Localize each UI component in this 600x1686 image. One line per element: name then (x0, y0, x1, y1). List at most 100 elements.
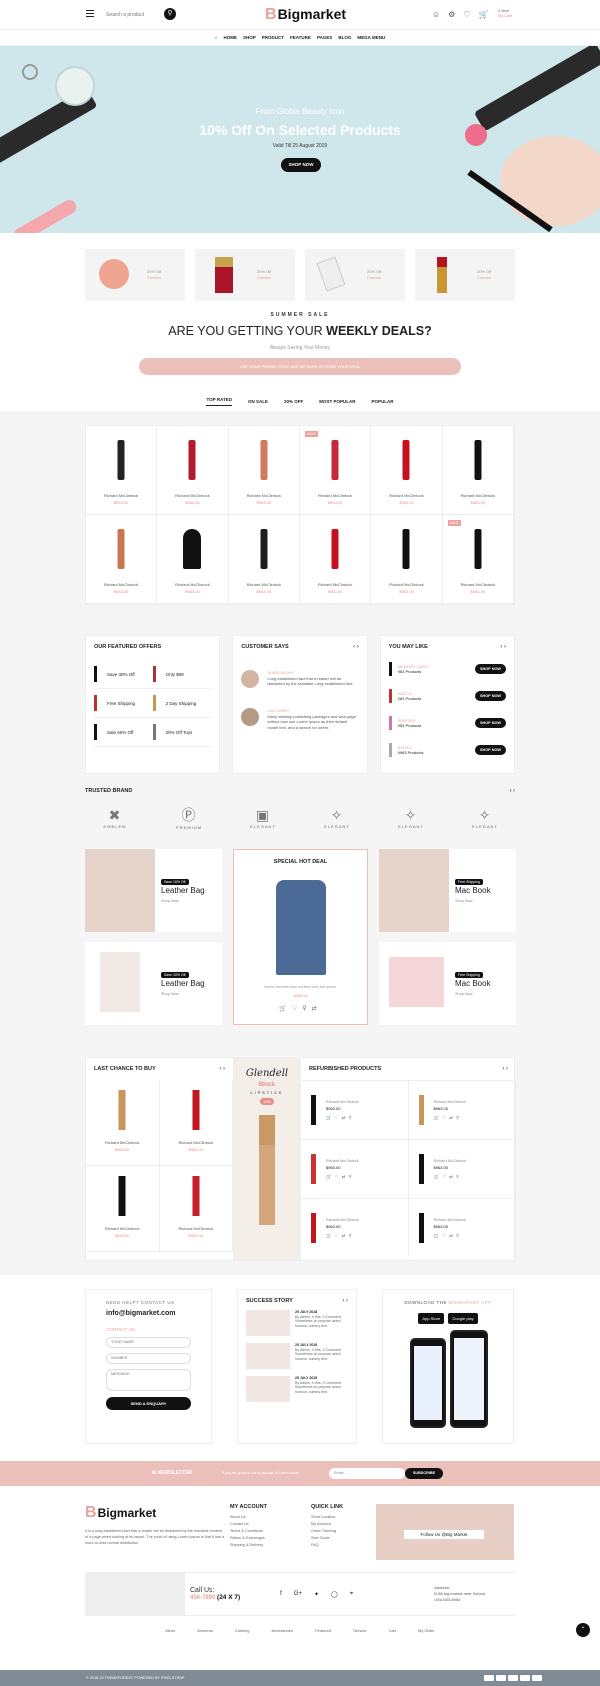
footer-bottom-link[interactable]: Cart (388, 1628, 396, 1633)
tab-on-sale[interactable]: ON SALE (248, 399, 268, 404)
offer-item[interactable]: 20% Off Toys (152, 718, 212, 747)
nav-pages[interactable]: PAGES (317, 35, 332, 40)
offer-item[interactable]: Only $99 (152, 660, 212, 689)
product-card[interactable]: Richard McClintock $963.00 (86, 515, 158, 604)
product-actions[interactable]: 🛒♡⇄⚲ (434, 1233, 467, 1239)
story-item[interactable]: 25 JULY 2018 By Admin, 4 Hits, 0 Comment S… (246, 1310, 348, 1339)
glendell-ad[interactable]: Glendell Block LIPSTICK 10% (233, 1058, 301, 1260)
carousel-arrows[interactable]: ‹ › (500, 644, 506, 650)
newsletter-email-input[interactable]: Email... (329, 1468, 405, 1479)
subscribe-button[interactable]: SUBSCRIBE (405, 1468, 443, 1479)
cart-summary[interactable]: 2 Item My Cart (498, 8, 512, 18)
shop-now-button[interactable]: SHOP NOW (474, 663, 506, 674)
special-hot-deal[interactable]: SPECIAL HOT DEAL Ibicus nemrets face ear… (233, 849, 368, 1025)
footer-quick-link[interactable]: My Account (311, 1521, 371, 1528)
story-item[interactable]: 25 JULY 2018 By Admin, 4 Hits, 0 Comment S… (246, 1376, 348, 1405)
product-card[interactable]: Richard McClintock $963.00 (228, 515, 300, 604)
banner-leather-bag[interactable]: Save 10% Off Leather Bag Shop Now (85, 942, 222, 1025)
carousel-arrows[interactable]: ‹ › (510, 788, 515, 794)
promo-card[interactable]: 20% Off Fashion (305, 249, 405, 301)
nav-shop[interactable]: SHOP (243, 35, 256, 40)
product-actions[interactable]: 🛒♡⇄⚲ (326, 1233, 359, 1239)
footer-bottom-link[interactable]: Featured (315, 1628, 331, 1633)
footer-quick-link[interactable]: Order Tracking (311, 1528, 371, 1535)
carousel-arrows[interactable]: ‹ › (219, 1066, 225, 1072)
banner-shop-now[interactable]: Shop Now (161, 992, 179, 996)
twitter-icon[interactable]: ✦ (314, 1591, 319, 1598)
refurbished-item[interactable]: Richard McClintock $963.00 🛒♡⇄⚲ (408, 1198, 516, 1257)
rss-icon[interactable]: ⌖ (350, 1591, 353, 1598)
product-card[interactable]: Richard McClintock $963.00 (157, 515, 229, 604)
promo-card[interactable]: 20% Off Fashion (85, 249, 185, 301)
you-may-like-item[interactable]: WATCH 283 Products SHOP NOW (388, 687, 506, 704)
name-field[interactable]: YOUR NAME (106, 1337, 191, 1348)
story-item[interactable]: 25 JULY 2018 By Admin, 4 Hits, 0 Comment S… (246, 1343, 348, 1372)
offer-item[interactable]: Sale 60% Off (94, 718, 153, 747)
product-card[interactable]: Richard McClintock $963.00 (86, 1080, 160, 1166)
brand-logo[interactable]: Ⓟ PREMIUM (169, 805, 209, 830)
you-may-like-item[interactable]: BOOKS 9963 Products SHOP NOW (388, 741, 506, 758)
hamburger-menu-icon[interactable] (86, 10, 94, 17)
number-field[interactable]: NUMBER (106, 1353, 191, 1364)
refurbished-item[interactable]: Richard McClintock $963.00 🛒♡⇄⚲ (301, 1139, 409, 1198)
you-may-like-item[interactable]: MEMORY CARD 963 Products SHOP NOW (388, 660, 506, 677)
carousel-arrows[interactable]: ‹ › (502, 1066, 508, 1072)
product-card[interactable]: Richard McClintock $963.00 (442, 426, 514, 515)
back-to-top-icon[interactable]: ⌃ (576, 1623, 590, 1637)
tab-20-off[interactable]: 20% OFF (284, 399, 303, 404)
banner-leather-bag[interactable]: Save 10% Off Leather Bag Shop Now (85, 849, 222, 932)
footer-bottom-link[interactable]: Accessories (272, 1628, 294, 1633)
footer-bottom-link[interactable]: Womens (197, 1628, 213, 1633)
offer-item[interactable]: Save 30% Off (94, 660, 153, 689)
home-icon[interactable]: ⌂ (215, 35, 218, 40)
brand-logo[interactable]: ✧ ELEGANT (317, 807, 357, 829)
contact-email[interactable]: info@bigmarket.com (106, 1310, 191, 1317)
footer-bottom-link[interactable]: Service (353, 1628, 366, 1633)
shop-now-button[interactable]: SHOP NOW (474, 690, 506, 701)
footer-account-link[interactable]: Shipping & Delivery (230, 1542, 306, 1549)
shop-now-button[interactable]: SHOP NOW (474, 717, 506, 728)
cart-icon[interactable]: 🛒 (479, 10, 489, 19)
message-field[interactable]: MESSAGE (106, 1369, 191, 1391)
logo[interactable]: BBigmarket (265, 6, 346, 24)
nav-feature[interactable]: FEATURE (290, 35, 311, 40)
product-card[interactable]: SALE Richard McClintock $963.00 (300, 426, 372, 515)
refurbished-item[interactable]: Richard McClintock $963.00 🛒♡⇄⚲ (408, 1139, 516, 1198)
send-enquiry-button[interactable]: SEND A ENQUARY (106, 1397, 191, 1410)
banner-shop-now[interactable]: Shop Now (455, 899, 473, 903)
tab-top-rated[interactable]: TOP RATED (206, 397, 232, 406)
gear-icon[interactable]: ⚙ (448, 10, 455, 19)
instagram-icon[interactable]: ◯ (331, 1591, 338, 1598)
promo-card[interactable]: 20% Off Fashion (195, 249, 295, 301)
product-actions[interactable]: 🛒♡⇄⚲ (434, 1115, 467, 1121)
brand-logo[interactable]: ▣ ELEGANT (243, 807, 283, 829)
product-card[interactable]: Richard McClintock $963.00 (371, 426, 443, 515)
nav-blog[interactable]: BLOG (338, 35, 351, 40)
product-card[interactable]: Richard McClintock $963.00 (157, 426, 229, 515)
product-card[interactable]: Richard McClintock $963.00 (86, 426, 158, 515)
you-may-like-item[interactable]: PRINTER 953 Products SHOP NOW (388, 714, 506, 731)
product-card[interactable]: Richard McClintock $963.00 (159, 1080, 233, 1166)
product-card[interactable]: Richard McClintock $963.00 (371, 515, 443, 604)
footer-bottom-link[interactable]: My Order (418, 1628, 435, 1633)
facebook-icon[interactable]: f (280, 1591, 282, 1598)
search-icon[interactable]: ⚲ (164, 8, 176, 20)
footer-bottom-link[interactable]: Mens (165, 1628, 175, 1633)
footer-bottom-link[interactable]: Clothing (235, 1628, 250, 1633)
brand-logo[interactable]: ✖ EMBLEM (95, 807, 135, 829)
hero-shop-now-button[interactable]: SHOP NOW (281, 158, 321, 172)
product-card[interactable]: Richard McClintock $963.00 (86, 1166, 160, 1252)
phone-number[interactable]: 456-7890 (24 X 7) (190, 1594, 240, 1601)
carousel-arrows[interactable]: ‹ › (342, 1298, 348, 1304)
product-actions[interactable]: 🛒♡⚲⇄ (234, 1005, 367, 1012)
footer-account-link[interactable]: Terms & Conditions (230, 1528, 306, 1535)
refurbished-item[interactable]: Richard McClintock $963.00 🛒♡⇄⚲ (408, 1080, 516, 1139)
banner-shop-now[interactable]: Shop Now (455, 992, 473, 996)
app-store-button[interactable]: App Store (418, 1313, 445, 1324)
footer-account-link[interactable]: Return & Exchanges (230, 1535, 306, 1542)
product-actions[interactable]: 🛒♡⇄⚲ (326, 1174, 359, 1180)
footer-logo[interactable]: BBigmarket (85, 1504, 225, 1522)
heart-icon[interactable]: ♡ (463, 10, 470, 19)
shop-now-button[interactable]: SHOP NOW (474, 744, 506, 755)
user-icon[interactable]: ☺ (432, 10, 440, 19)
